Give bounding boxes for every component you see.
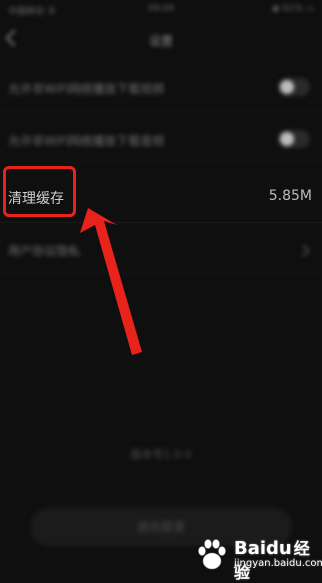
baidu-paw-icon (198, 539, 226, 570)
annotation-arrow-icon (80, 208, 142, 355)
baidu-url: jingyan.baidu.com (234, 558, 322, 569)
baidu-brand: Baidu (234, 538, 292, 559)
baidu-watermark: Baidu 经验 jingyan.baidu.com (194, 535, 322, 582)
